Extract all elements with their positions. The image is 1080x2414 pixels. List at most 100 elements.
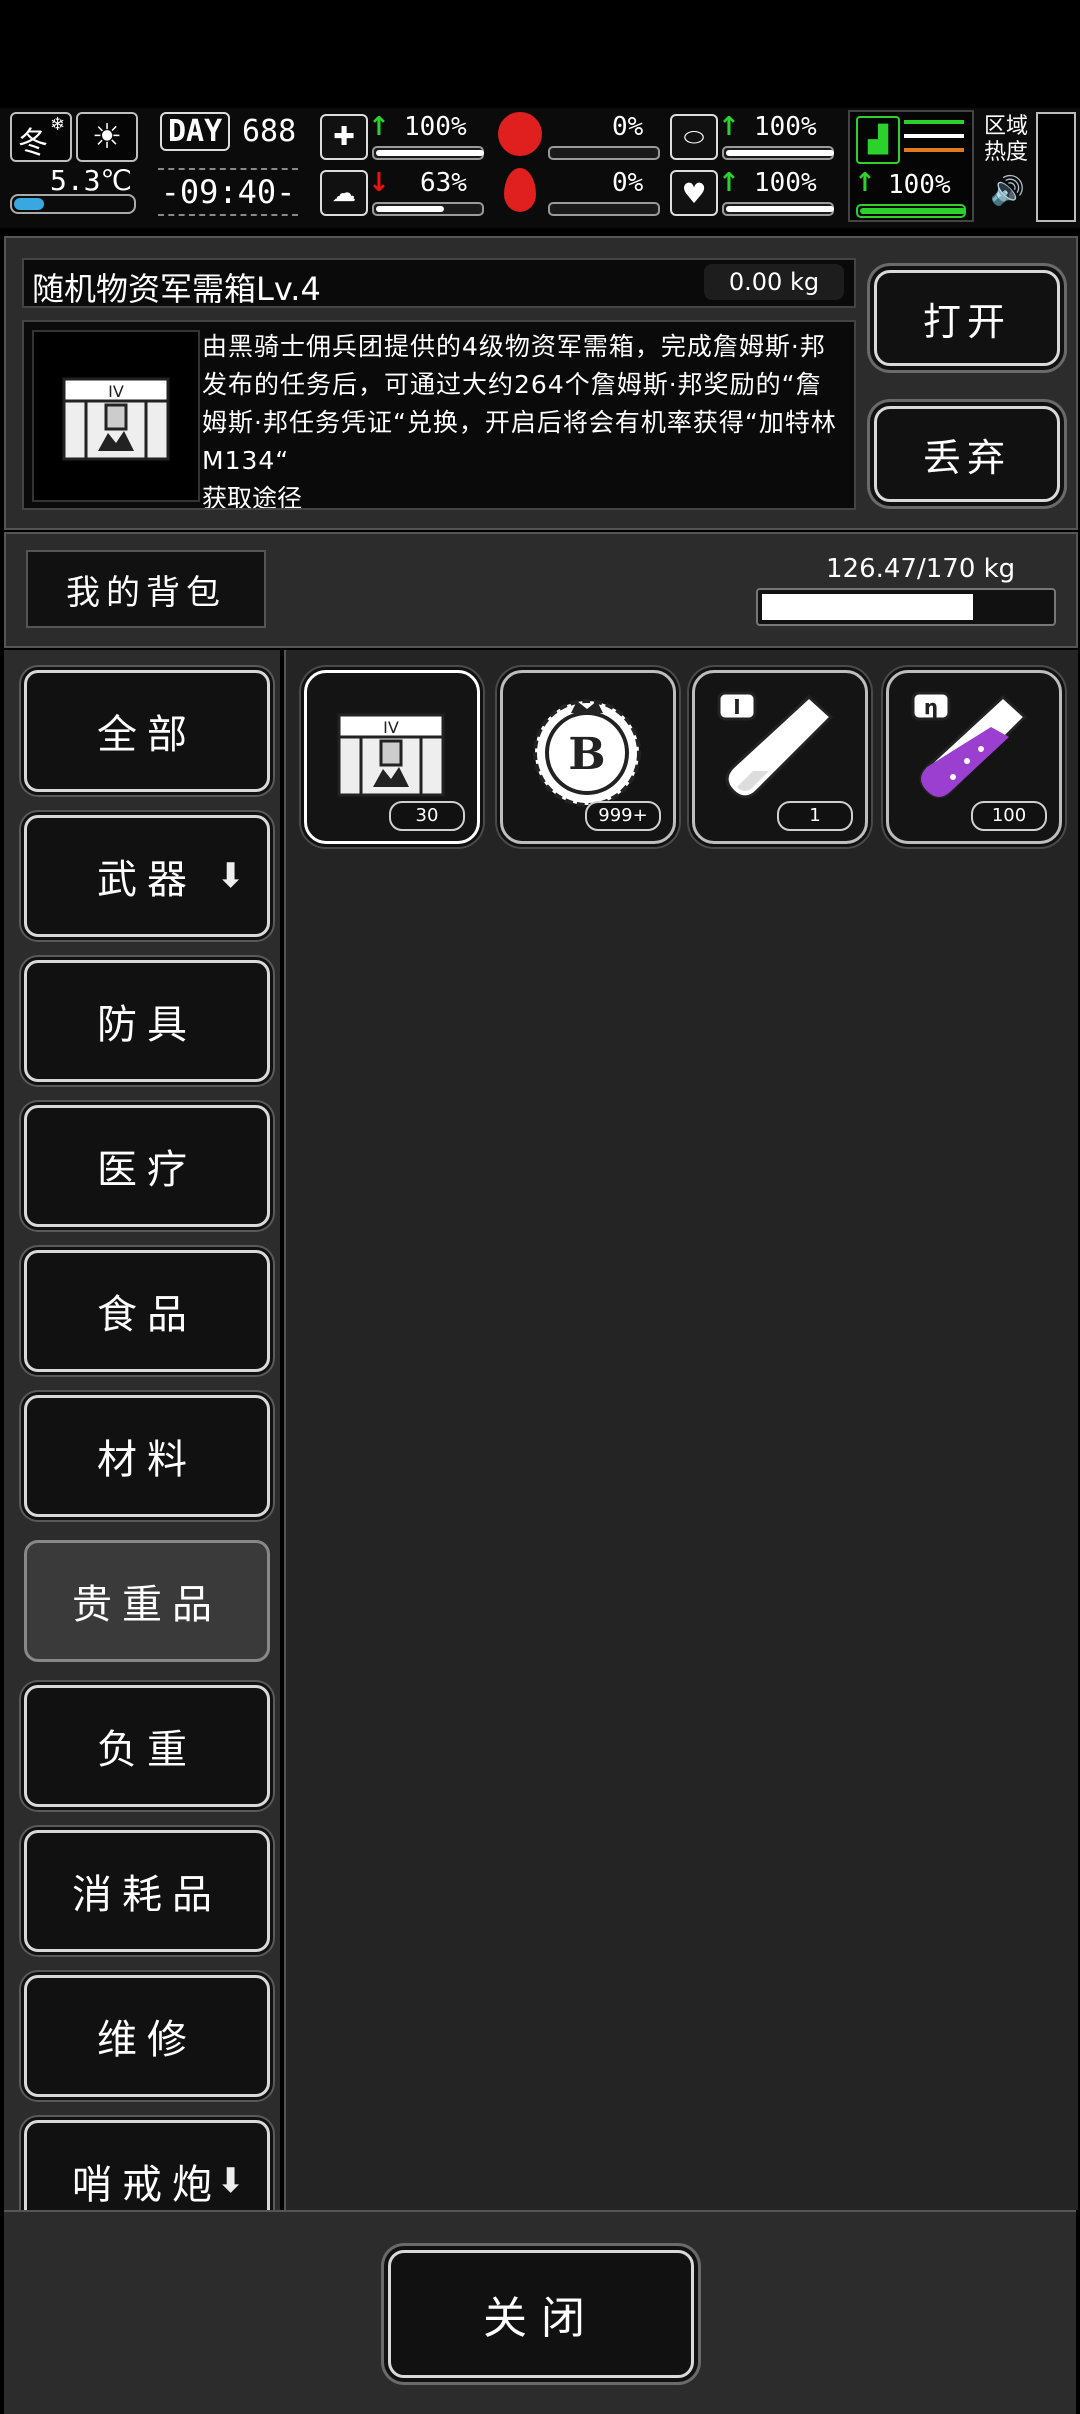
purple-tube-icon: η xyxy=(911,691,1028,799)
heart-bar xyxy=(722,202,834,216)
category-sentry-gun[interactable]: 哨戒炮 ⬇ xyxy=(24,2120,270,2210)
category-label: 武器 xyxy=(97,857,197,903)
category-label: 哨戒炮 xyxy=(72,2162,222,2208)
slot-count: 999+ xyxy=(585,801,661,831)
category-food[interactable]: 食品 xyxy=(24,1250,270,1372)
crate-icon: IV xyxy=(62,377,170,461)
category-valuables[interactable]: 贵重品 xyxy=(24,1540,270,1662)
category-sidebar: 全部 武器 ⬇ 防具 医疗 食品 材料 贵重品 负重 消耗品 维修 哨戒炮 ⬇ xyxy=(4,650,280,2210)
sun-icon: ☀ xyxy=(76,112,138,162)
discard-button[interactable]: 丢弃 xyxy=(874,406,1060,502)
stomach-bar xyxy=(548,146,660,160)
brain-icon: ☁ xyxy=(320,170,368,216)
item-preview: IV xyxy=(32,330,200,502)
item-description-box: IV 由黑骑士佣兵团提供的4级物资军需箱，完成詹姆斯·邦发布的任务后，可通过大约… xyxy=(22,320,856,510)
temperature-gauge xyxy=(10,194,136,214)
status-bar: 冬 ❄ ☀ 5.3℃ DAY 688 -09:40- ✚ ↑ 100% 0% ⬭… xyxy=(0,108,1080,228)
slot-supply-crate[interactable]: IV 30 xyxy=(304,670,480,844)
health-bar xyxy=(372,146,484,160)
inventory-grid: IV 30 B 999+ I 1 η 100 xyxy=(284,650,1078,2210)
heart-icon: ♥ xyxy=(670,170,718,216)
stamina-value: 100% xyxy=(888,170,951,200)
item-detail-panel: 随机物资军需箱Lv.4 0.00 kg IV 由黑骑士佣兵团提供的4级物资军需箱… xyxy=(4,236,1078,530)
category-materials[interactable]: 材料 xyxy=(24,1395,270,1517)
category-label: 消耗品 xyxy=(72,1872,222,1918)
svg-text:η: η xyxy=(924,695,938,719)
item-title-bar: 随机物资军需箱Lv.4 0.00 kg xyxy=(22,258,856,308)
stamina-line-1 xyxy=(904,120,964,124)
boot-icon: ▟ xyxy=(856,116,900,164)
stamina-panel: ▟ ↑ 100% xyxy=(848,110,974,222)
temperature-value: 5.3℃ xyxy=(49,164,132,197)
backpack-title: 我的背包 xyxy=(26,550,266,628)
pill-value: 100% xyxy=(754,112,817,142)
stomach-icon xyxy=(498,112,542,156)
backpack-header: 我的背包 126.47/170 kg xyxy=(4,532,1078,648)
arrow-down-icon: ⬇ xyxy=(216,2161,255,2201)
item-name: 随机物资军需箱Lv.4 xyxy=(32,270,321,308)
category-all[interactable]: 全部 xyxy=(24,670,270,792)
snowflake-icon: ❄ xyxy=(50,114,66,135)
health-up-arrow: ↑ xyxy=(368,112,390,142)
slot-test-tube-i[interactable]: I 1 xyxy=(692,670,868,844)
category-label: 贵重品 xyxy=(72,1582,222,1628)
b-coin-icon: B xyxy=(533,699,641,807)
slot-count: 30 xyxy=(389,801,465,831)
category-armor[interactable]: 防具 xyxy=(24,960,270,1082)
category-label: 食品 xyxy=(97,1292,197,1338)
category-label: 全部 xyxy=(97,712,197,758)
category-consumables[interactable]: 消耗品 xyxy=(24,1830,270,1952)
region-heat-gauge xyxy=(1036,112,1076,222)
svg-text:IV: IV xyxy=(383,718,399,737)
test-tube-icon: I xyxy=(717,691,834,799)
season-box: 冬 ❄ xyxy=(10,112,72,162)
category-medical[interactable]: 医疗 xyxy=(24,1105,270,1227)
speaker-icon[interactable]: 🔊 xyxy=(990,174,1025,207)
slot-count: 1 xyxy=(777,801,853,831)
category-label: 防具 xyxy=(97,1002,197,1048)
crate-icon: IV xyxy=(337,713,445,797)
heart-up-arrow: ↑ xyxy=(718,168,740,198)
day-counter: DAY 688 xyxy=(160,112,300,158)
day-label: DAY xyxy=(160,112,231,151)
open-button[interactable]: 打开 xyxy=(874,270,1060,366)
stamina-line-2 xyxy=(904,134,964,138)
heart-value: 100% xyxy=(754,168,817,198)
svg-text:B: B xyxy=(568,729,605,780)
region-heat-label: 区域 热度 xyxy=(984,114,1029,165)
brain-value: 63% xyxy=(420,168,467,198)
stamina-line-3 xyxy=(904,148,964,152)
category-label: 维修 xyxy=(97,2017,197,2063)
temperature-box: 5.3℃ xyxy=(10,164,136,214)
category-label: 材料 xyxy=(97,1437,197,1483)
item-description-more: 获取途径 xyxy=(202,484,303,510)
capacity-bar xyxy=(756,588,1056,626)
clock: -09:40- xyxy=(158,168,298,216)
slot-b-token[interactable]: B 999+ xyxy=(500,670,676,844)
season-label: 冬 xyxy=(18,126,48,161)
bottom-bar: 关闭 xyxy=(4,2210,1076,2414)
blood-drop-icon xyxy=(504,168,536,212)
item-weight: 0.00 kg xyxy=(704,264,844,300)
slot-test-tube-eta[interactable]: η 100 xyxy=(886,670,1062,844)
category-repair[interactable]: 维修 xyxy=(24,1975,270,2097)
backpack-capacity: 126.47/170 kg xyxy=(826,554,1016,584)
svg-text:I: I xyxy=(733,695,740,719)
pill-up-arrow: ↑ xyxy=(718,112,740,142)
pill-bar xyxy=(722,146,834,160)
stomach-value: 0% xyxy=(612,112,644,142)
blood-value: 0% xyxy=(612,168,644,198)
stamina-bar xyxy=(856,204,966,218)
brain-down-arrow: ↓ xyxy=(368,168,390,198)
category-label: 负重 xyxy=(97,1727,197,1773)
close-button[interactable]: 关闭 xyxy=(388,2250,694,2378)
category-label: 医疗 xyxy=(97,1147,197,1193)
category-load[interactable]: 负重 xyxy=(24,1685,270,1807)
brain-bar xyxy=(372,202,484,216)
day-value: 688 xyxy=(242,114,297,149)
item-description: 由黑骑士佣兵团提供的4级物资军需箱，完成詹姆斯·邦发布的任务后，可通过大约264… xyxy=(202,332,837,475)
blood-bar xyxy=(548,202,660,216)
category-weapons[interactable]: 武器 ⬇ xyxy=(24,815,270,937)
health-value: 100% xyxy=(404,112,467,142)
pill-icon: ⬭ xyxy=(670,114,718,160)
